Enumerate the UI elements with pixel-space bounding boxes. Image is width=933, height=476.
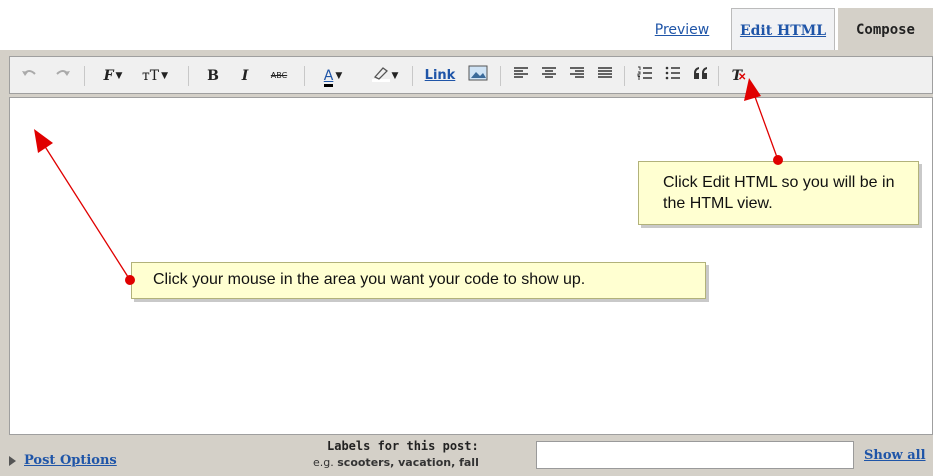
annotation-arrows — [34, 78, 783, 285]
arrow-to-edit-html — [744, 78, 783, 165]
arrow-to-edit-area — [34, 129, 135, 285]
